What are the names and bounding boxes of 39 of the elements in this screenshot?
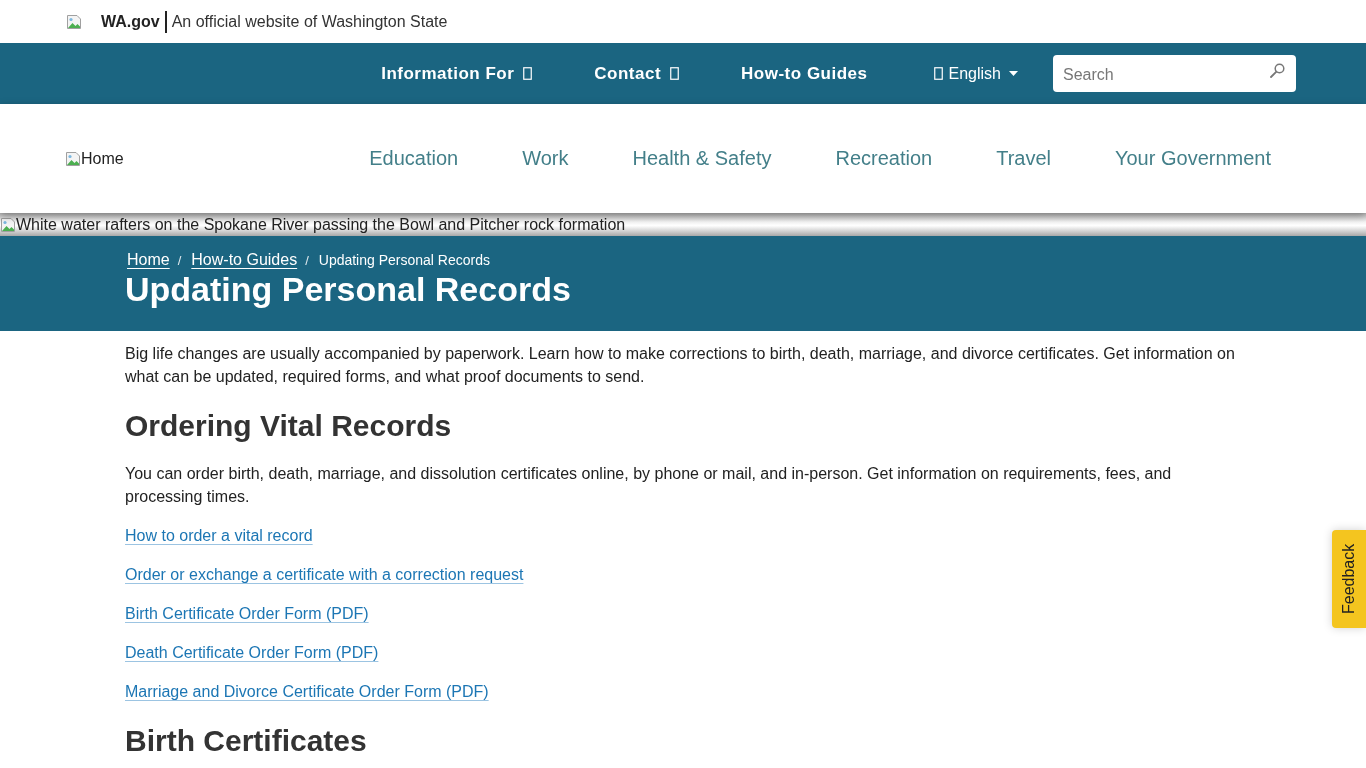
main-nav-link[interactable]: Education: [369, 147, 459, 170]
broken-image-icon: [66, 13, 82, 30]
breadcrumb-separator: /: [177, 253, 182, 268]
page-title: Updating Personal Records: [125, 269, 572, 309]
nav-link[interactable]: How-to Guides: [741, 63, 868, 84]
breadcrumb-separator: /: [305, 253, 309, 268]
document-link[interactable]: Death Certificate Order Form (PDF): [125, 641, 379, 664]
body-paragraph: Big life changes are usually accompanied by paperwork. Learn how to make corrections to birth, death, marriage, and divorce certificates. Get information on what can be updated, required forms, and what proof documents to send.: [125, 344, 1236, 387]
search-field[interactable]: Search: [1053, 55, 1296, 92]
home-logo-link[interactable]: Home: [65, 149, 124, 168]
document-link[interactable]: Marriage and Divorce Certificate Order Form (PDF): [125, 680, 489, 703]
main-nav-link[interactable]: Recreation: [835, 147, 933, 170]
official-site-text: An official website of Washington State: [171, 12, 448, 31]
feedback-tab[interactable]: Feedback: [1332, 530, 1366, 628]
main-nav-link[interactable]: Travel: [996, 147, 1051, 170]
document-link[interactable]: Order or exchange a certificate with a correction request: [125, 563, 524, 586]
glyph-box-icon: [933, 67, 943, 80]
nav-dropdown-button[interactable]: Contact: [594, 63, 680, 84]
document-link[interactable]: How to order a vital record: [125, 524, 313, 547]
breadcrumb-link[interactable]: Home: [125, 251, 170, 269]
search-icon: [1270, 63, 1285, 78]
breadcrumb-link[interactable]: How-to Guides: [189, 251, 298, 269]
language-selector[interactable]: English: [933, 64, 1018, 83]
broken-image-icon: [0, 216, 16, 233]
glyph-box-icon: [523, 67, 533, 80]
body-paragraph: You can order birth, death, marriage, and dissolution certificates online, by phone or mail, and in-person. Get information on requirements, fees, and processing times.: [125, 464, 1173, 507]
glyph-box-icon: [670, 67, 680, 80]
section-heading: Ordering Vital Records: [125, 408, 453, 444]
broken-image-icon: [65, 150, 81, 167]
breadcrumb-current: Updating Personal Records: [317, 252, 490, 268]
site-name-link[interactable]: WA.gov: [101, 12, 160, 31]
document-link[interactable]: Birth Certificate Order Form (PDF): [125, 602, 369, 625]
section-heading: Birth Certificates: [125, 723, 368, 759]
image-alt-text: White water rafters on the Spokane River passing the Bowl and Pitcher rock formation: [16, 215, 626, 234]
caret-icon: [1009, 71, 1018, 76]
nav-dropdown-button[interactable]: Information For: [381, 63, 533, 84]
main-nav-link[interactable]: Work: [522, 147, 569, 170]
main-nav-link[interactable]: Health & Safety: [632, 147, 772, 170]
main-nav-link[interactable]: Your Government: [1115, 147, 1271, 170]
